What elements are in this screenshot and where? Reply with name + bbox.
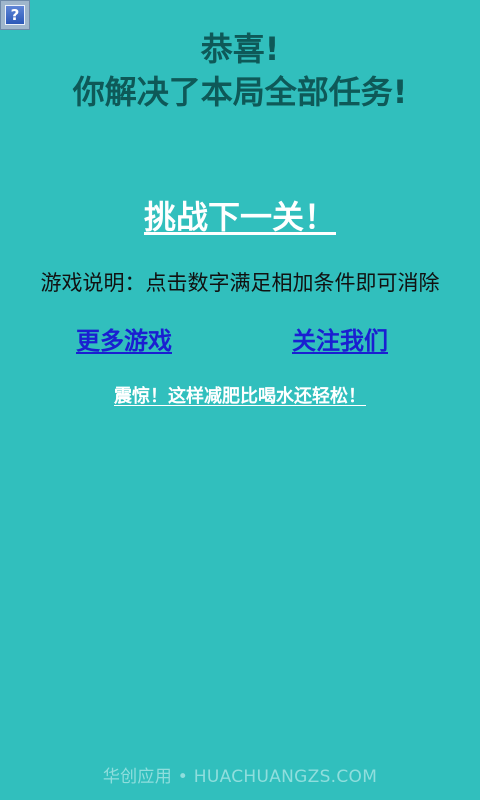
- help-icon[interactable]: ?: [0, 0, 30, 30]
- congrats-title: 恭喜!: [200, 30, 280, 68]
- promo-link[interactable]: 震惊！这样减肥比喝水还轻松！: [0, 384, 480, 410]
- game-instructions: 游戏说明：点击数字满足相加条件即可消除: [40, 271, 440, 295]
- next-level-link[interactable]: 挑战下一关！: [0, 196, 480, 238]
- more-games-link[interactable]: 更多游戏: [76, 324, 172, 358]
- help-icon-glyph: ?: [5, 5, 25, 25]
- tasks-complete-title: 你解决了本局全部任务!: [72, 73, 408, 111]
- follow-us-link[interactable]: 关注我们: [292, 324, 388, 358]
- watermark: 华创应用 • HUACHUANGZS.COM: [102, 767, 378, 787]
